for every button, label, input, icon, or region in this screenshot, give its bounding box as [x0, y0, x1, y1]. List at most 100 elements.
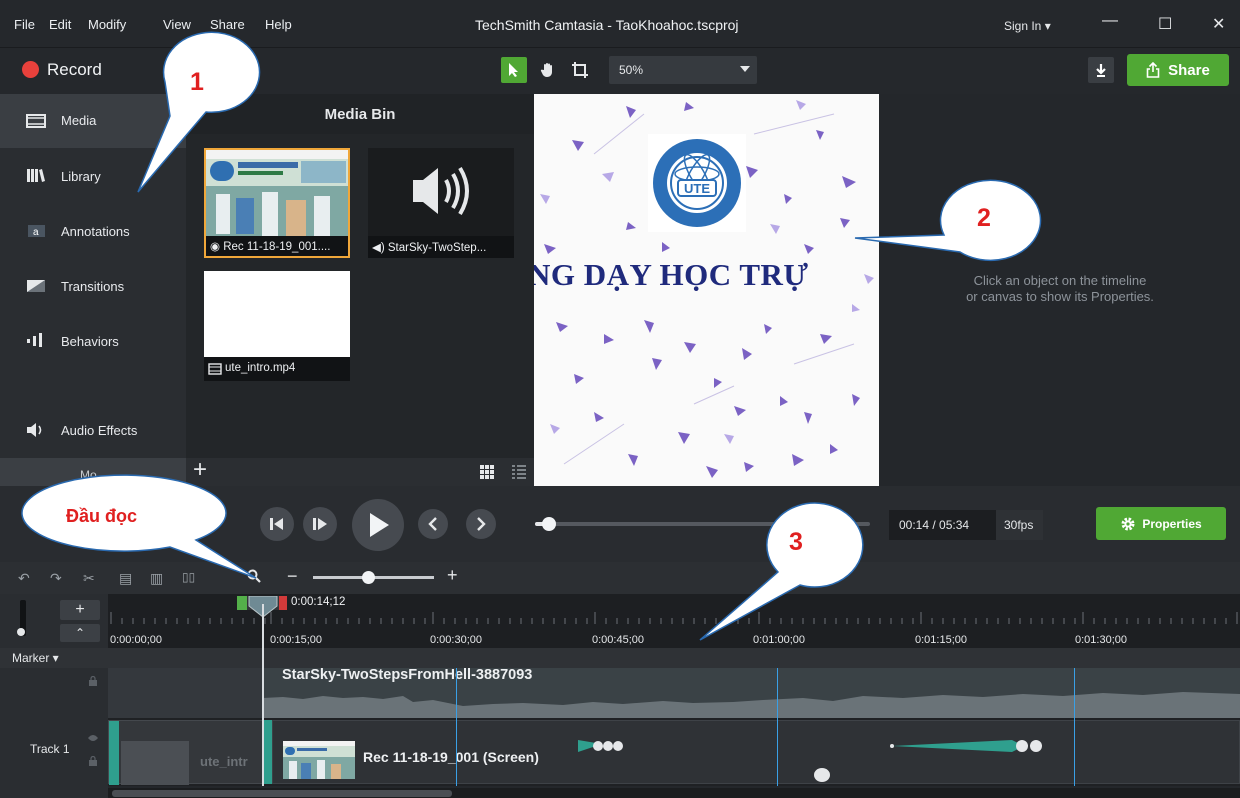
grid-view-icon[interactable] — [480, 465, 494, 479]
gear-icon — [1121, 517, 1135, 530]
marker-line — [1074, 668, 1075, 786]
media-item-caption: ◉ Rec 11-18-19_001.... — [210, 241, 331, 253]
step-forward-button[interactable] — [303, 507, 337, 541]
split-icon[interactable]: ▯▯ — [182, 570, 195, 584]
sidebar-item-annotations[interactable]: a Annotations — [0, 204, 186, 258]
play-button[interactable] — [352, 499, 404, 551]
eye-icon[interactable] — [87, 734, 99, 742]
zoom-in-button[interactable]: + — [447, 565, 458, 586]
sidebar-item-label: Transitions — [61, 279, 125, 294]
properties-label: Properties — [1142, 516, 1202, 531]
media-item-audio[interactable]: ◀) StarSky-TwoStep... — [368, 148, 514, 258]
properties-hint: Click an object on the timeline or canva… — [880, 273, 1240, 305]
download-arrow-icon — [1096, 64, 1106, 77]
sidebar-item-label: Media — [61, 113, 97, 128]
behavior-animations — [578, 740, 1042, 752]
marker-line — [777, 668, 778, 786]
scrubber-handle[interactable] — [542, 517, 556, 531]
properties-hint-line2: or canvas to show its Properties. — [966, 289, 1154, 304]
copy-icon[interactable]: ▤ — [119, 570, 132, 587]
track-1-label: Track 1 — [30, 742, 70, 756]
sidebar-item-label: Behaviors — [61, 334, 119, 349]
sidebar-item-behaviors[interactable]: Behaviors — [0, 312, 186, 366]
cursor-arrow-icon — [509, 63, 518, 77]
behaviors-icon — [27, 333, 42, 347]
media-item-caption: ute_intro.mp4 — [225, 362, 296, 374]
list-view-icon[interactable] — [512, 465, 526, 479]
cut-icon[interactable]: ✂ — [83, 570, 95, 587]
transition-icon — [27, 280, 45, 292]
crop-tool-button[interactable] — [567, 57, 593, 83]
canvas-banner-text: NG DẠY HỌC TRỰ — [534, 257, 809, 292]
callout-3-number: 3 — [789, 528, 803, 556]
share-button[interactable]: Share — [1127, 54, 1229, 86]
close-button[interactable]: ✕ — [1212, 14, 1225, 34]
zoom-out-button[interactable]: − — [287, 566, 298, 587]
playhead-time: 0:00:14;12 — [291, 596, 346, 608]
menu-file[interactable]: File — [14, 17, 35, 32]
previous-marker-button[interactable] — [418, 509, 448, 539]
chevron-left-icon — [428, 517, 437, 531]
media-item-intro-video[interactable]: ute_intro.mp4 — [204, 271, 350, 381]
magnifier-icon[interactable] — [247, 569, 261, 583]
sidebar-item-transitions[interactable]: Transitions — [0, 258, 186, 312]
expand-effects-button[interactable] — [814, 768, 830, 782]
chevron-right-icon — [477, 517, 486, 531]
menu-share[interactable]: Share — [210, 17, 245, 32]
add-media-button[interactable]: + — [193, 456, 207, 484]
svg-text:a: a — [33, 227, 39, 238]
download-button[interactable] — [1088, 57, 1114, 83]
playback-scrubber[interactable] — [535, 522, 870, 526]
media-item-recording[interactable]: ◉ Rec 11-18-19_001.... — [204, 148, 350, 258]
media-bin-title: Media Bin — [186, 94, 534, 134]
record-button[interactable]: Record — [47, 60, 102, 80]
books-icon — [27, 169, 45, 182]
next-marker-button[interactable] — [466, 509, 496, 539]
menu-edit[interactable]: Edit — [49, 17, 71, 32]
menu-modify[interactable]: Modify — [88, 17, 126, 32]
select-tool-button[interactable] — [501, 57, 527, 83]
timeline-zoom-handle[interactable] — [362, 571, 375, 584]
callout-1-number: 1 — [190, 68, 204, 96]
playhead-callout-label: Đầu đọc — [66, 506, 138, 526]
chevron-down-icon — [740, 66, 750, 72]
pan-tool-button[interactable] — [535, 57, 561, 83]
sidebar-item-label: Library — [61, 169, 101, 184]
sidebar-item-audio-effects[interactable]: Audio Effects — [0, 402, 186, 456]
marker-dropdown[interactable]: Marker ▾ — [12, 651, 59, 665]
paste-icon[interactable]: ▥ — [150, 570, 163, 587]
preview-canvas[interactable]: UTE NG DẠY HỌC TRỰ — [534, 94, 879, 486]
annotation-icon: a — [28, 225, 45, 238]
play-icon — [370, 513, 389, 537]
lock-icon[interactable] — [88, 676, 98, 686]
sidebar-item-label: Annotations — [61, 224, 130, 239]
ruler-label: 0:01:15;00 — [915, 634, 967, 646]
logo-text: UTE — [684, 181, 710, 196]
sidebar-item-library[interactable]: Library — [0, 148, 186, 202]
sidebar-item-label: Audio Effects — [61, 423, 138, 438]
undo-icon[interactable]: ↶ — [18, 570, 30, 587]
sidebar-item-media[interactable]: Media — [0, 94, 186, 148]
collapse-tracks-button[interactable]: ⌃ — [60, 624, 100, 642]
lock-icon[interactable] — [88, 756, 98, 766]
marker-line — [456, 668, 457, 786]
intro-video-clip[interactable] — [108, 720, 270, 785]
menu-view[interactable]: View — [163, 17, 191, 32]
callout-2-number: 2 — [977, 204, 991, 232]
camtasia-window: File Edit Modify View Share Help TechSmi… — [0, 0, 1240, 798]
add-track-button[interactable]: + — [60, 600, 100, 620]
menu-help[interactable]: Help — [265, 17, 292, 32]
properties-button[interactable]: Properties — [1096, 507, 1226, 540]
ute-logo: UTE — [648, 134, 746, 232]
share-label: Share — [1168, 61, 1210, 79]
timeline-scrollbar-thumb[interactable] — [112, 790, 452, 797]
redo-icon[interactable]: ↷ — [50, 570, 62, 587]
record-icon[interactable] — [22, 61, 39, 78]
track-height-handle[interactable] — [17, 628, 25, 636]
minimize-button[interactable]: — — [1102, 12, 1118, 30]
fps-display: 30fps — [996, 510, 1043, 540]
sign-in-button[interactable]: Sign In ▾ — [1004, 19, 1051, 33]
zoom-dropdown[interactable]: 50% — [609, 56, 757, 84]
maximize-button[interactable]: ☐ — [1158, 14, 1172, 34]
step-back-button[interactable] — [260, 507, 294, 541]
